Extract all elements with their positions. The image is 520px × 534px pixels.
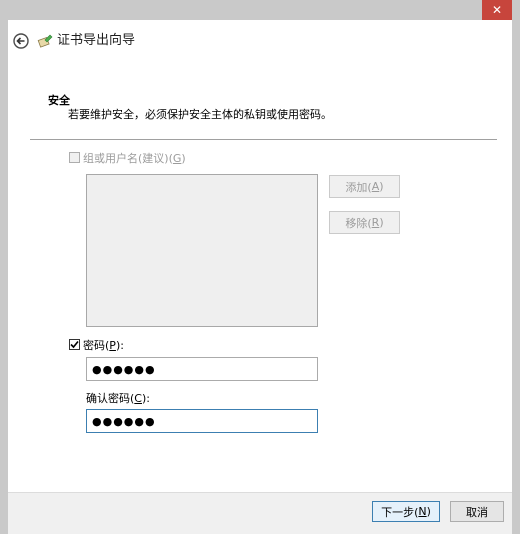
remove-button[interactable]: 移除(R) bbox=[329, 211, 400, 234]
back-button[interactable] bbox=[13, 33, 29, 49]
wizard-window: ✕ 证书导出向导 安全 若要维护安全，必须保护安全主体的私钥或使用密码。 组或用… bbox=[0, 0, 520, 534]
back-arrow-icon bbox=[13, 33, 29, 49]
close-button[interactable]: ✕ bbox=[482, 0, 512, 20]
wizard-title: 证书导出向导 bbox=[57, 33, 136, 48]
password-label: 密码(P): bbox=[83, 339, 124, 352]
add-button[interactable]: 添加(A) bbox=[329, 175, 400, 198]
certificate-icon bbox=[37, 33, 53, 49]
confirm-password-input[interactable]: ●●●●●● bbox=[86, 409, 318, 433]
password-checkbox[interactable] bbox=[69, 339, 80, 350]
wizard-footer: 下一步(N) 取消 bbox=[8, 492, 512, 534]
wizard-content: 安全 若要维护安全，必须保护安全主体的私钥或使用密码。 组或用户名(建议)(G)… bbox=[8, 62, 512, 492]
cancel-button[interactable]: 取消 bbox=[450, 501, 504, 522]
principals-listbox[interactable] bbox=[86, 174, 318, 327]
group-checkbox[interactable] bbox=[69, 152, 80, 163]
section-title: 安全 bbox=[48, 94, 70, 107]
close-icon: ✕ bbox=[491, 3, 503, 17]
group-checkbox-label: 组或用户名(建议)(G) bbox=[83, 152, 186, 165]
wizard-header: 证书导出向导 bbox=[8, 20, 512, 62]
divider bbox=[30, 139, 497, 140]
next-button[interactable]: 下一步(N) bbox=[372, 501, 440, 522]
section-description: 若要维护安全，必须保护安全主体的私钥或使用密码。 bbox=[68, 108, 332, 121]
checkmark-icon bbox=[70, 340, 79, 349]
confirm-password-label: 确认密码(C): bbox=[86, 392, 150, 405]
password-input[interactable]: ●●●●●● bbox=[86, 357, 318, 381]
